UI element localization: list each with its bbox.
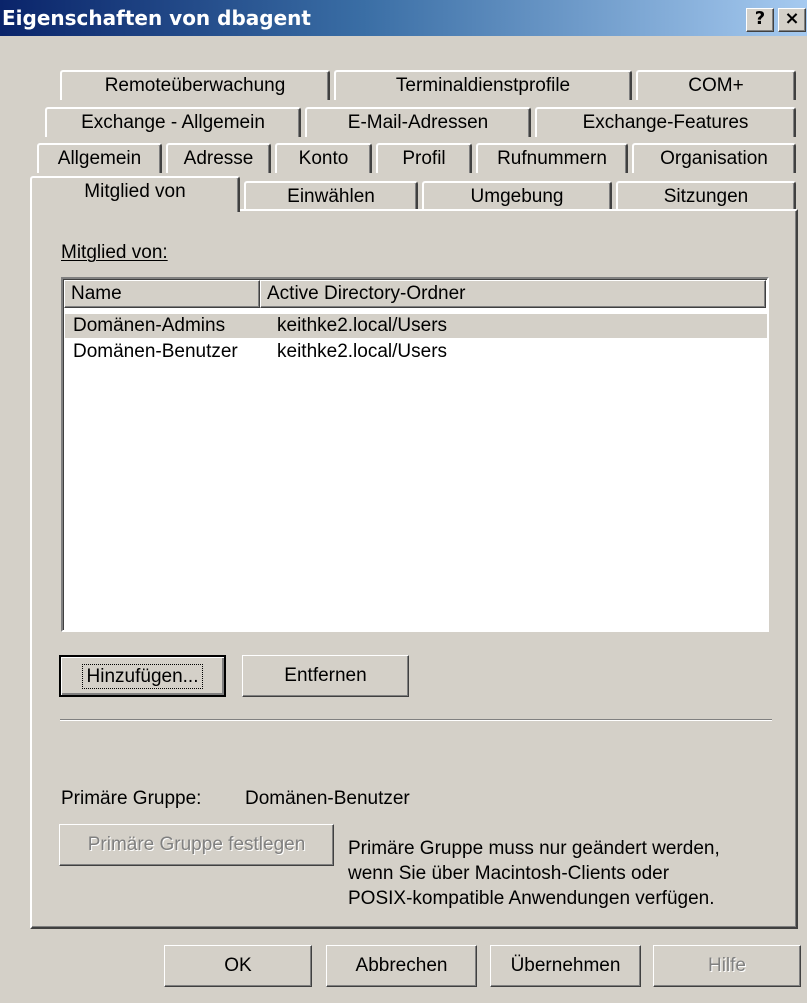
- tab-einwaehlen[interactable]: Einwählen: [244, 181, 418, 211]
- tab-allgemein[interactable]: Allgemein: [37, 143, 162, 173]
- tab-organisation[interactable]: Organisation: [632, 143, 796, 173]
- tab-adresse[interactable]: Adresse: [166, 143, 271, 173]
- help-line: Primäre Gruppe muss nur geändert werden,: [348, 838, 720, 859]
- tab-rufnummern[interactable]: Rufnummern: [476, 143, 628, 173]
- row-name: Domänen-Benutzer: [73, 341, 238, 362]
- member-of-list[interactable]: Name Active Directory-Ordner Domänen-Adm…: [61, 277, 769, 632]
- column-header-folder[interactable]: Active Directory-Ordner: [260, 280, 766, 308]
- row-folder: keithke2.local/Users: [277, 315, 448, 336]
- tab-konto[interactable]: Konto: [275, 143, 372, 173]
- window-title: Eigenschaften von dbagent: [2, 6, 311, 30]
- set-primary-group-button[interactable]: Primäre Gruppe festlegen: [59, 824, 334, 866]
- row-folder: keithke2.local/Users: [277, 341, 448, 362]
- cancel-button[interactable]: Abbrechen: [326, 945, 477, 987]
- tab-exchange-allgemein[interactable]: Exchange - Allgemein: [45, 107, 301, 137]
- separator: [60, 719, 772, 721]
- tab-remoteueberwachung[interactable]: Remoteüberwachung: [60, 70, 330, 100]
- tab-exchange-features[interactable]: Exchange-Features: [535, 107, 796, 137]
- help-line: POSIX-kompatible Anwendungen verfügen.: [348, 888, 715, 909]
- primary-group-label: Primäre Gruppe:: [61, 788, 202, 809]
- tab-sitzungen[interactable]: Sitzungen: [616, 181, 796, 211]
- remove-button[interactable]: Entfernen: [242, 655, 409, 697]
- member-of-label: Mitglied von:: [61, 242, 168, 263]
- row-name: Domänen-Admins: [73, 315, 226, 336]
- tab-mitglied-von[interactable]: Mitglied von: [30, 176, 240, 212]
- table-row[interactable]: Domänen-Benutzer keithke2.local/Users: [65, 340, 767, 364]
- primary-group-value: Domänen-Benutzer: [245, 788, 410, 809]
- add-button[interactable]: Hinzufügen...: [59, 655, 226, 697]
- primary-group-help: Primäre Gruppe muss nur geändert werden,…: [348, 836, 720, 911]
- column-header-name[interactable]: Name: [64, 280, 260, 308]
- tab-terminaldienstprofile[interactable]: Terminaldienstprofile: [334, 70, 632, 100]
- tab-e-mail-adressen[interactable]: E-Mail-Adressen: [305, 107, 531, 137]
- add-button-label: Hinzufügen...: [81, 664, 204, 689]
- table-row[interactable]: Domänen-Admins keithke2.local/Users: [65, 314, 767, 338]
- help-line: wenn Sie über Macintosh-Clients oder: [348, 863, 670, 884]
- tab-umgebung[interactable]: Umgebung: [422, 181, 612, 211]
- apply-button[interactable]: Übernehmen: [490, 945, 641, 987]
- tab-profil[interactable]: Profil: [376, 143, 472, 173]
- ok-button[interactable]: OK: [164, 945, 312, 987]
- help-icon[interactable]: ?: [746, 8, 774, 32]
- close-icon[interactable]: ×: [778, 8, 806, 32]
- help-button[interactable]: Hilfe: [653, 945, 801, 987]
- tab-com-plus[interactable]: COM+: [636, 70, 796, 100]
- title-bar[interactable]: Eigenschaften von dbagent ? ×: [0, 0, 807, 36]
